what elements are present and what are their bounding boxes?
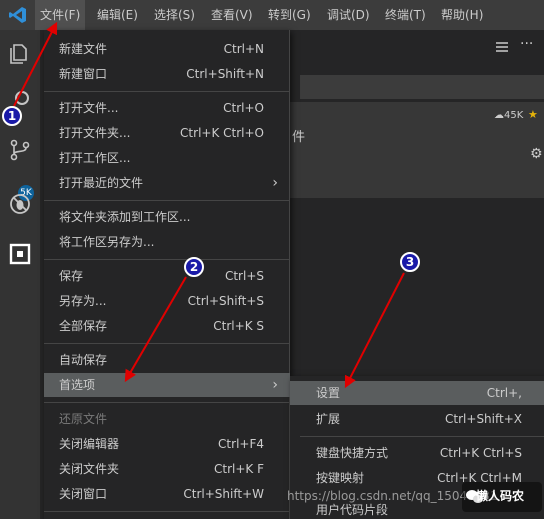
- menu-separator: [44, 91, 290, 92]
- menu-item-close-editor[interactable]: 关闭编辑器 Ctrl+F4: [44, 432, 290, 456]
- menu-selection[interactable]: 选择(S): [149, 0, 200, 30]
- explorer-icon[interactable]: [8, 42, 32, 66]
- menu-item-open-recent[interactable]: 打开最近的文件 ›: [44, 171, 290, 195]
- submenu-item-settings[interactable]: 设置 Ctrl+,: [290, 381, 544, 405]
- extension-card-text: 件: [292, 130, 306, 145]
- menu-item-open-file[interactable]: 打开文件... Ctrl+O: [44, 96, 290, 120]
- menu-separator: [44, 402, 290, 403]
- more-actions-icon[interactable]: ···: [520, 36, 533, 52]
- menu-item-save-workspace-as[interactable]: 将工作区另存为...: [44, 230, 290, 254]
- menu-item-save-as[interactable]: 另存为... Ctrl+Shift+S: [44, 289, 290, 313]
- star-icon: ★: [528, 108, 538, 121]
- menu-item-new-window[interactable]: 新建窗口 Ctrl+Shift+N: [44, 62, 290, 86]
- step-badge-1: 1: [2, 106, 22, 126]
- submenu-item-extensions[interactable]: 扩展 Ctrl+Shift+X: [290, 407, 544, 431]
- download-count: ☁45K: [494, 110, 524, 121]
- chevron-right-icon: ›: [272, 175, 278, 191]
- menu-item-save-all[interactable]: 全部保存 Ctrl+K S: [44, 314, 290, 338]
- gear-icon[interactable]: ⚙: [530, 146, 543, 162]
- menu-separator: [300, 436, 544, 437]
- menu-go[interactable]: 转到(G): [263, 0, 316, 30]
- activity-bar: 5K: [0, 30, 40, 519]
- menu-item-open-workspace[interactable]: 打开工作区...: [44, 146, 290, 170]
- menu-help[interactable]: 帮助(H): [436, 0, 488, 30]
- step-badge-3: 3: [400, 252, 420, 272]
- menu-item-close-folder[interactable]: 关闭文件夹 Ctrl+K F: [44, 457, 290, 481]
- menu-item-add-folder-to-workspace[interactable]: 将文件夹添加到工作区...: [44, 205, 290, 229]
- menu-separator: [44, 200, 290, 201]
- clear-list-icon[interactable]: [495, 40, 509, 54]
- debug-icon[interactable]: [8, 192, 32, 216]
- source-control-icon[interactable]: [8, 138, 32, 162]
- menu-separator: [44, 511, 290, 512]
- watermark-brand: 懒人码农: [476, 489, 525, 503]
- menu-item-save[interactable]: 保存 Ctrl+S: [44, 264, 290, 288]
- menu-separator: [44, 259, 290, 260]
- menu-separator: [44, 343, 290, 344]
- chevron-right-icon: ›: [272, 377, 278, 393]
- extensions-search[interactable]: [300, 75, 544, 99]
- menu-bar: 文件(F) 编辑(E) 选择(S) 查看(V) 转到(G) 调试(D) 终端(T…: [0, 0, 544, 30]
- menu-item-preferences[interactable]: 首选项 ›: [44, 373, 290, 397]
- menu-debug[interactable]: 调试(D): [322, 0, 375, 30]
- menu-view[interactable]: 查看(V): [206, 0, 258, 30]
- menu-item-new-file[interactable]: 新建文件 Ctrl+N: [44, 37, 290, 61]
- submenu-item-keyboard-shortcuts[interactable]: 键盘快捷方式 Ctrl+K Ctrl+S: [290, 441, 544, 465]
- menu-item-auto-save[interactable]: 自动保存: [44, 348, 290, 372]
- menu-file[interactable]: 文件(F): [35, 0, 86, 30]
- step-badge-2: 2: [184, 257, 204, 277]
- menu-terminal[interactable]: 终端(T): [380, 0, 431, 30]
- vscode-logo-icon: [9, 7, 26, 23]
- menu-item-close-window[interactable]: 关闭窗口 Ctrl+Shift+W: [44, 482, 290, 506]
- file-menu: 新建文件 Ctrl+N 新建窗口 Ctrl+Shift+N 打开文件... Ct…: [44, 30, 290, 519]
- menu-edit[interactable]: 编辑(E): [92, 0, 143, 30]
- extensions-icon[interactable]: [8, 242, 32, 266]
- menu-item-revert-file: 还原文件: [59, 412, 108, 426]
- menu-item-open-folder[interactable]: 打开文件夹... Ctrl+K Ctrl+O: [44, 121, 290, 145]
